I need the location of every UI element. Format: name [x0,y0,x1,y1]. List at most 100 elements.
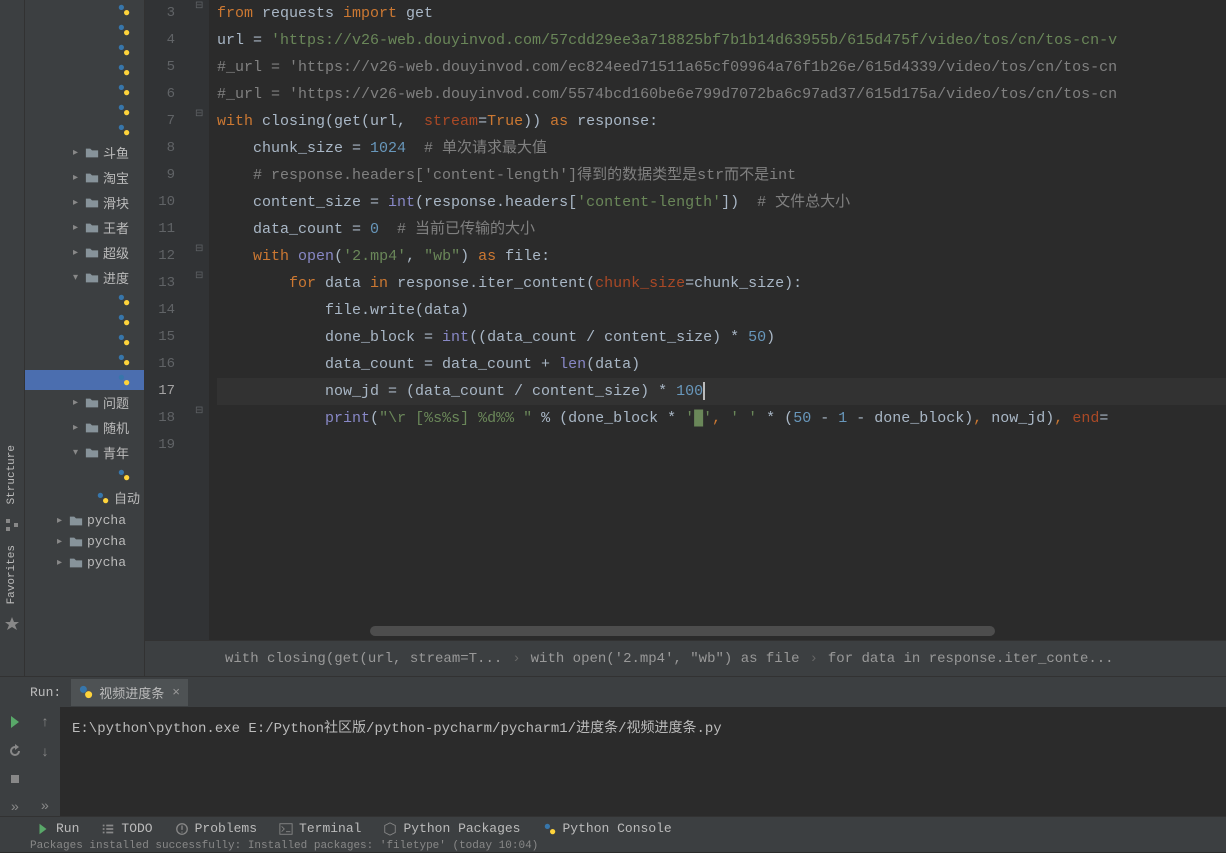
code-content[interactable]: from requests import geturl = 'https://v… [209,0,1226,640]
line-number[interactable]: 4 [145,27,175,54]
code-line[interactable]: #_url = 'https://v26-web.douyinvod.com/e… [217,54,1226,81]
tree-folder[interactable]: ▸超级 [25,240,144,265]
tree-file[interactable] [25,120,144,140]
todo-tab-button[interactable]: TODO [101,821,152,836]
tree-file[interactable] [25,290,144,310]
line-number[interactable]: 6 [145,81,175,108]
tree-file[interactable] [25,465,144,485]
line-number[interactable]: 16 [145,351,175,378]
tree-folder[interactable]: ▸pycha [25,510,144,531]
code-line[interactable]: done_block = int((data_count / content_s… [217,324,1226,351]
expand-button[interactable]: » [5,799,25,818]
line-number[interactable]: 7 [145,108,175,135]
line-number[interactable]: 3 [145,0,175,27]
chevron-right-icon[interactable]: ▸ [57,536,69,548]
line-number[interactable]: 11 [145,216,175,243]
chevron-right-icon[interactable]: ▸ [73,222,85,234]
console-tab-button[interactable]: Python Console [543,821,672,836]
tree-file[interactable] [25,330,144,350]
tree-folder[interactable]: ▸问题 [25,390,144,415]
line-number[interactable]: 17 [145,378,175,405]
structure-icon[interactable] [4,517,20,533]
chevron-right-icon[interactable]: ▸ [57,515,69,527]
code-line[interactable]: data_count = 0 # 当前已传输的大小 [217,216,1226,243]
chevron-right-icon[interactable]: ▸ [57,557,69,569]
tree-folder[interactable]: ▸王者 [25,215,144,240]
code-line[interactable]: content_size = int(response.headers['con… [217,189,1226,216]
run-tab[interactable]: 视频进度条 × [71,679,188,706]
tree-folder[interactable]: ▸pycha [25,552,144,573]
chevron-down-icon[interactable]: ▾ [73,272,85,284]
tree-folder[interactable]: ▸滑块 [25,190,144,215]
line-number[interactable]: 5 [145,54,175,81]
close-icon[interactable]: × [172,685,180,700]
line-number[interactable]: 14 [145,297,175,324]
packages-tab-button[interactable]: Python Packages [383,821,520,836]
code-line[interactable]: now_jd = (data_count / content_size) * 1… [217,378,1226,405]
tree-folder[interactable]: ▸斗鱼 [25,140,144,165]
tree-folder[interactable]: ▸淘宝 [25,165,144,190]
horizontal-scrollbar[interactable] [370,626,995,636]
up-button[interactable]: ↑ [35,713,55,733]
down-button[interactable]: ↓ [35,743,55,763]
line-number[interactable]: 8 [145,135,175,162]
line-number[interactable]: 15 [145,324,175,351]
tree-file[interactable]: 自动 [25,485,144,510]
breadcrumb-segment[interactable]: with open('2.mp4', "wb") as file [531,651,800,667]
tree-folder[interactable]: ▾进度 [25,265,144,290]
tree-file[interactable] [25,100,144,120]
code-line[interactable]: url = 'https://v26-web.douyinvod.com/57c… [217,27,1226,54]
tree-file[interactable] [25,20,144,40]
fold-marker[interactable]: ⊟ [195,405,203,417]
tree-folder[interactable]: ▾青年 [25,440,144,465]
favorites-icon[interactable] [4,616,20,632]
project-tree[interactable]: ▸斗鱼▸淘宝▸滑块▸王者▸超级▾进度▸问题▸随机▾青年自动▸pycha▸pych… [25,0,145,676]
problems-tab-button[interactable]: Problems [175,821,257,836]
restart-button[interactable] [5,742,25,761]
chevron-right-icon[interactable]: ▸ [73,247,85,259]
expand-button[interactable]: » [35,797,55,817]
code-line[interactable]: data_count = data_count + len(data) [217,351,1226,378]
line-number[interactable]: 19 [145,432,175,459]
line-number[interactable]: 12 [145,243,175,270]
tree-folder[interactable]: ▸pycha [25,531,144,552]
fold-marker[interactable]: ⊟ [195,270,203,282]
line-number[interactable]: 10 [145,189,175,216]
code-line[interactable]: # response.headers['content-length']得到的数… [217,162,1226,189]
code-line[interactable]: file.write(data) [217,297,1226,324]
fold-gutter[interactable]: ⊟ ⊟ ⊟ ⊟ ⊟ [193,0,209,640]
code-line[interactable] [217,432,1226,459]
chevron-down-icon[interactable]: ▾ [73,447,85,459]
chevron-right-icon[interactable]: ▸ [73,397,85,409]
tree-file[interactable] [25,80,144,100]
code-line[interactable]: print("\r [%s%s] %d%% " % (done_block * … [217,405,1226,432]
line-number[interactable]: 13 [145,270,175,297]
chevron-right-icon[interactable]: ▸ [73,422,85,434]
run-tab-button[interactable]: Run [36,821,79,836]
code-line[interactable]: chunk_size = 1024 # 单次请求最大值 [217,135,1226,162]
code-line[interactable]: #_url = 'https://v26-web.douyinvod.com/5… [217,81,1226,108]
fold-marker[interactable]: ⊟ [195,0,203,12]
tree-file[interactable] [25,60,144,80]
tree-folder[interactable]: ▸随机 [25,415,144,440]
tree-file[interactable] [25,350,144,370]
line-number[interactable]: 18 [145,405,175,432]
chevron-right-icon[interactable]: ▸ [73,147,85,159]
favorites-tool[interactable]: Favorites [6,537,18,612]
code-line[interactable]: for data in response.iter_content(chunk_… [217,270,1226,297]
fold-marker[interactable]: ⊟ [195,108,203,120]
breadcrumb-segment[interactable]: with closing(get(url, stream=T... [225,651,502,667]
structure-tool[interactable]: Structure [6,437,18,512]
tree-file[interactable] [25,370,144,390]
chevron-right-icon[interactable]: ▸ [73,172,85,184]
rerun-button[interactable] [5,713,25,732]
line-number[interactable]: 9 [145,162,175,189]
chevron-right-icon[interactable]: ▸ [73,197,85,209]
breadcrumb[interactable]: with closing(get(url, stream=T... › with… [145,640,1226,676]
console-output[interactable]: E:\python\python.exe E:/Python社区版/python… [60,707,1226,817]
terminal-tab-button[interactable]: Terminal [279,821,361,836]
code-editor[interactable]: 345678910111213141516171819 ⊟ ⊟ ⊟ ⊟ ⊟ fr… [145,0,1226,640]
code-line[interactable]: from requests import get [217,0,1226,27]
breadcrumb-segment[interactable]: for data in response.iter_conte... [828,651,1114,667]
fold-marker[interactable]: ⊟ [195,243,203,255]
